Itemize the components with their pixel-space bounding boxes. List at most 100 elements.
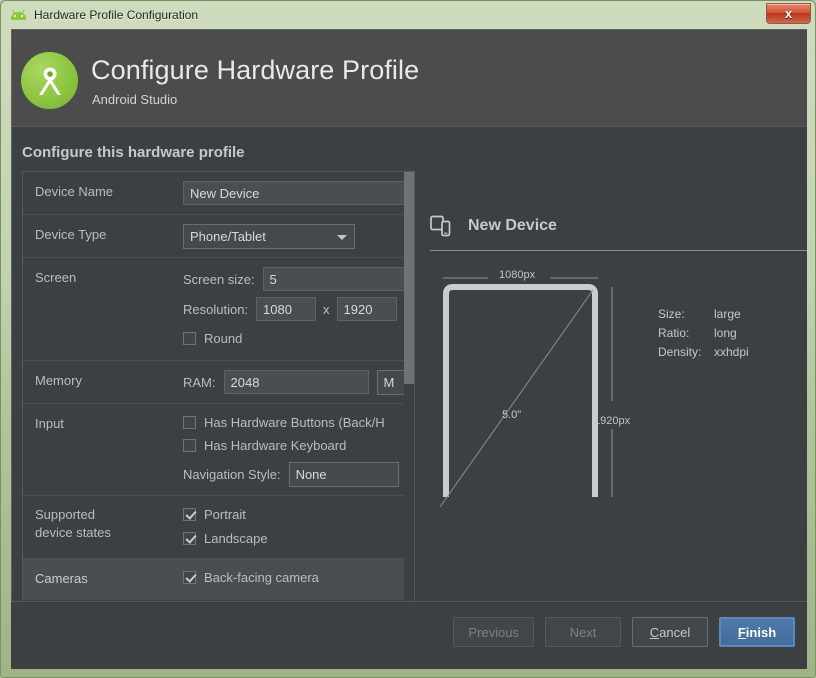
resolution-separator: x (323, 301, 330, 317)
row-label: Supported device states (23, 496, 183, 553)
ram-input[interactable] (223, 370, 369, 394)
resolution-width-input[interactable] (256, 297, 317, 321)
chevron-down-icon (337, 234, 347, 240)
form-row-device-name: Device Name (23, 172, 414, 215)
spec-value-size: large (714, 307, 741, 321)
page-subtitle: Android Studio (92, 92, 178, 107)
application-window: Hardware Profile Configuration x Configu… (0, 0, 816, 678)
checkbox-box-icon (183, 438, 196, 452)
form-row-supported-device-states: Supported device states Portrait Landsca… (23, 496, 414, 559)
portrait-checkbox[interactable]: Portrait (183, 503, 246, 525)
back-facing-camera-checkbox[interactable]: Back-facing camera (183, 566, 319, 588)
preview-header: New Device (430, 210, 802, 242)
hardware-keyboard-label: Has Hardware Keyboard (204, 437, 347, 453)
spec-key-ratio: Ratio: (658, 326, 690, 340)
row-label-line-1: Supported (35, 507, 95, 522)
wizard-footer: Previous Next Cancel Finish (11, 601, 807, 669)
close-window-button[interactable]: x (766, 3, 811, 24)
resolution-height-input[interactable] (336, 297, 397, 321)
device-diagram: 1080px 1920px 5.0" Size: large Ratio: lo… (430, 269, 802, 599)
spec-value-ratio: long (714, 326, 737, 340)
device-specs: Size: large Ratio: long Density: xxhdpi (658, 305, 749, 362)
wizard-header: Configure Hardware Profile Android Studi… (12, 30, 807, 127)
finish-button-mnemonic: F (737, 624, 746, 640)
portrait-label: Portrait (204, 506, 246, 522)
row-fields: Phone/Tablet (183, 215, 414, 257)
device-type-value: Phone/Tablet (190, 228, 266, 244)
form-row-device-type: Device Type Phone/Tablet (23, 215, 414, 258)
row-fields: Back-facing camera (183, 559, 414, 597)
form-row-screen: Screen Screen size: Resolution: x (23, 258, 414, 361)
finish-button[interactable]: Finish (719, 617, 795, 647)
title-bar: Hardware Profile Configuration x (1, 1, 816, 29)
round-label: Round (204, 330, 243, 346)
section-title: Configure this hardware profile (22, 144, 245, 161)
row-label: Memory (35, 373, 82, 388)
form-row-memory: Memory RAM: M (23, 361, 414, 404)
form-row-cameras[interactable]: Cameras Back-facing camera (23, 559, 414, 600)
row-fields: Has Hardware Buttons (Back/H Has Hardwar… (183, 404, 414, 495)
round-checkbox[interactable]: Round (183, 327, 242, 349)
screen-size-input[interactable] (262, 267, 414, 291)
form-scrollbar-thumb[interactable] (404, 172, 414, 384)
checkbox-checked-icon (183, 531, 196, 545)
navigation-style-value: None (295, 466, 327, 482)
form-row-input: Input Has Hardware Buttons (Back/H Has H… (23, 404, 414, 496)
cancel-button[interactable]: Cancel (632, 617, 708, 647)
next-button[interactable]: Next (545, 617, 621, 647)
form-scrollbar[interactable] (404, 172, 414, 610)
dialog-client-area: Configure Hardware Profile Android Studi… (11, 29, 807, 669)
devices-icon (430, 215, 454, 237)
cancel-button-mnemonic: C (649, 624, 660, 640)
ram-label: RAM: (183, 374, 216, 390)
row-label: Device Name (35, 184, 114, 199)
row-label: Input (35, 416, 64, 431)
checkbox-checked-icon (183, 570, 196, 584)
close-icon: x (784, 6, 793, 21)
compass-glyph-icon (38, 67, 61, 95)
device-preview-panel: New Device 1080px 1920px 5.0" Size: larg… (430, 210, 807, 610)
row-fields: RAM: M (183, 361, 414, 403)
checkbox-box-icon (183, 331, 196, 345)
resolution-label: Resolution: (183, 301, 249, 317)
row-fields: Portrait Landscape (183, 496, 414, 558)
window-title: Hardware Profile Configuration (34, 8, 199, 22)
device-width-label: 1080px (499, 269, 536, 281)
hardware-buttons-label: Has Hardware Buttons (Back/H (204, 414, 385, 430)
screen-size-label: Screen size: (183, 271, 255, 287)
checkbox-box-icon (183, 415, 196, 429)
device-diagonal-label: 5.0" (502, 409, 522, 421)
hardware-keyboard-checkbox[interactable]: Has Hardware Keyboard (183, 434, 346, 456)
android-head-icon (10, 7, 27, 24)
row-label: Screen (35, 270, 77, 285)
cancel-button-label: ancel (659, 624, 691, 640)
finish-button-label: inish (745, 624, 777, 640)
device-name-input[interactable] (183, 181, 414, 205)
device-height-label: 1920px (594, 415, 631, 427)
row-label-line-2: device states (35, 525, 111, 540)
back-facing-camera-label: Back-facing camera (204, 569, 319, 585)
row-label: Cameras (35, 571, 88, 586)
spec-value-density: xxhdpi (714, 345, 749, 359)
hardware-buttons-checkbox[interactable]: Has Hardware Buttons (Back/H (183, 411, 385, 433)
row-fields (183, 172, 414, 214)
previous-button[interactable]: Previous (453, 617, 534, 647)
navigation-style-select[interactable]: None (288, 461, 399, 487)
landscape-checkbox[interactable]: Landscape (183, 527, 268, 549)
ram-unit-value: M (383, 374, 395, 390)
next-button-label: Next (569, 624, 597, 640)
checkbox-checked-icon (183, 507, 196, 521)
preview-device-name: New Device (468, 217, 557, 234)
landscape-label: Landscape (204, 530, 268, 546)
navigation-style-label: Navigation Style: (183, 466, 281, 482)
page-title: Configure Hardware Profile (91, 55, 420, 85)
spec-key-density: Density: (658, 345, 702, 359)
preview-divider (430, 250, 807, 251)
row-fields: Screen size: Resolution: x Round (183, 258, 414, 360)
row-label: Device Type (35, 227, 107, 242)
hardware-profile-form: Device Name Device Type Phone/Tablet (22, 171, 415, 611)
wizard-button-bar: Previous Next Cancel Finish (453, 617, 795, 647)
previous-button-label: Previous (468, 624, 519, 640)
device-type-select[interactable]: Phone/Tablet (183, 223, 355, 249)
spec-key-size: Size: (658, 307, 685, 321)
